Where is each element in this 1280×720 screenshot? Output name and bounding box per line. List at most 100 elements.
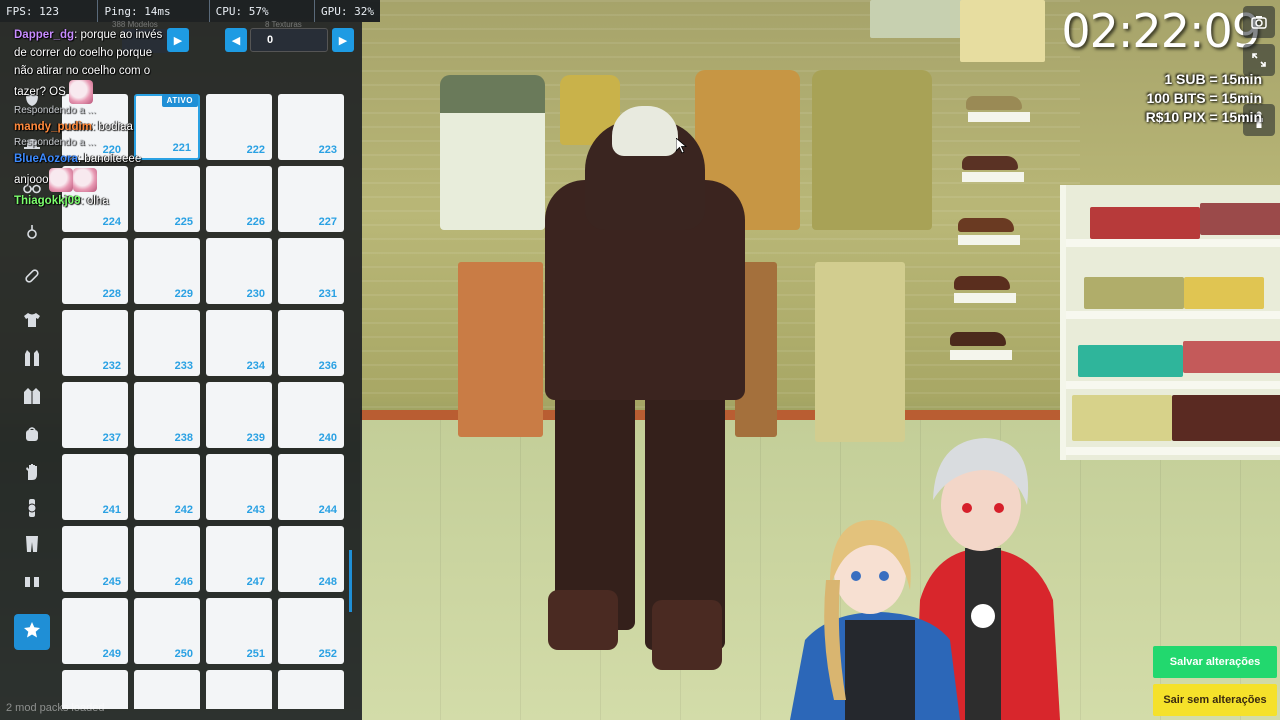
- category-watch-button[interactable]: [14, 492, 50, 528]
- chat-message: Thiagokkj09: olha: [14, 192, 164, 210]
- shoe-shelf: [950, 350, 1012, 360]
- clothing-item-tile[interactable]: [134, 670, 200, 709]
- category-jacket-button[interactable]: [14, 380, 50, 416]
- item-number: 230: [246, 288, 265, 300]
- clothing-item-tile[interactable]: [278, 670, 344, 709]
- shoe: [958, 218, 1014, 232]
- clothing-item-tile[interactable]: 246: [134, 526, 200, 592]
- texture-next-button[interactable]: ▶: [332, 28, 354, 52]
- shoe-shelf: [968, 112, 1030, 122]
- chat-message: Dapper_dg: porque ao invés de correr do …: [14, 26, 164, 104]
- glove-icon: [24, 463, 40, 486]
- clothing-item-tile[interactable]: 229: [134, 238, 200, 304]
- clothing-item-tile[interactable]: 251: [206, 598, 272, 664]
- clothing-item-tile[interactable]: 236: [278, 310, 344, 376]
- category-vest-button[interactable]: [14, 342, 50, 378]
- model-next-button[interactable]: ▶: [167, 28, 189, 52]
- clothing-item-tile[interactable]: 250: [134, 598, 200, 664]
- item-number: 248: [318, 576, 337, 588]
- item-number: 232: [102, 360, 121, 372]
- camera-icon[interactable]: [1243, 6, 1275, 38]
- item-number: 233: [174, 360, 193, 372]
- clothing-item-tile[interactable]: 231: [278, 238, 344, 304]
- player-character: [530, 80, 760, 670]
- item-number: 236: [318, 360, 337, 372]
- category-earring-button[interactable]: [14, 216, 50, 252]
- clothing-item-tile[interactable]: 248: [278, 526, 344, 592]
- category-glove-button[interactable]: [14, 456, 50, 492]
- item-number: 238: [174, 432, 193, 444]
- item-number: 222: [246, 144, 265, 156]
- texture-prev-button[interactable]: ◀: [225, 28, 247, 52]
- stream-chat: Dapper_dg: porque ao invés de correr do …: [14, 26, 164, 210]
- clothing-item-tile[interactable]: 249: [62, 598, 128, 664]
- exit-without-saving-button[interactable]: Sair sem alterações: [1153, 684, 1277, 716]
- item-number: 245: [102, 576, 121, 588]
- pants-icon: [25, 535, 39, 558]
- clothing-item-tile[interactable]: 239: [206, 382, 272, 448]
- jacket-icon: [23, 387, 41, 410]
- active-badge: ATIVO: [161, 94, 198, 107]
- item-number: 239: [246, 432, 265, 444]
- clothing-shelf: [1060, 185, 1280, 460]
- star-icon: [23, 621, 41, 644]
- clothing-item-tile[interactable]: 240: [278, 382, 344, 448]
- mouse-cursor: [676, 138, 688, 154]
- shelf-board: [1066, 311, 1280, 319]
- clothing-item-tile[interactable]: 228: [62, 238, 128, 304]
- grid-scrollbar[interactable]: [349, 550, 352, 612]
- clothing-item-tile[interactable]: 242: [134, 454, 200, 520]
- item-number: 241: [102, 504, 121, 516]
- clothing-item-tile[interactable]: 227: [278, 166, 344, 232]
- category-backpack-button[interactable]: [14, 418, 50, 454]
- chevron-left-icon: ◀: [231, 34, 241, 47]
- folded-clothes: [1200, 203, 1280, 235]
- category-pants-button[interactable]: [14, 528, 50, 564]
- clothing-item-tile[interactable]: 232: [62, 310, 128, 376]
- vest-icon: [24, 349, 40, 372]
- clothing-item-tile[interactable]: [206, 670, 272, 709]
- clothing-item-tile[interactable]: 245: [62, 526, 128, 592]
- chat-reply-indicator: Respondendo a ...: [14, 105, 96, 116]
- item-number: 242: [174, 504, 193, 516]
- folded-clothes: [1184, 277, 1264, 309]
- chat-message: BlueAozora: banoiteeee anjooo: [14, 150, 164, 192]
- clothing-item-tile[interactable]: 233: [134, 310, 200, 376]
- clothing-item-tile[interactable]: 244: [278, 454, 344, 520]
- item-number: 221: [172, 142, 191, 154]
- texture-number-input[interactable]: 0: [250, 28, 328, 52]
- clothing-item-tile[interactable]: 238: [134, 382, 200, 448]
- clothing-item-tile[interactable]: 226: [206, 166, 272, 232]
- clothing-item-tile[interactable]: 223: [278, 94, 344, 160]
- save-changes-button[interactable]: Salvar alterações: [1153, 646, 1277, 678]
- chat-emote-icon: [48, 168, 73, 192]
- cpu-usage: CPU: 57%: [210, 0, 315, 22]
- sub-goal-line: 1 SUB = 15min: [1164, 71, 1262, 87]
- watch-icon: [26, 498, 38, 522]
- category-tshirt-button[interactable]: [14, 304, 50, 340]
- clothing-item-tile[interactable]: 230: [206, 238, 272, 304]
- clothing-item-tile[interactable]: 234: [206, 310, 272, 376]
- stream-clock: 02:22:09: [1061, 4, 1261, 58]
- shelf-board: [1066, 381, 1280, 389]
- clothing-item-tile[interactable]: 247: [206, 526, 272, 592]
- chevron-right-icon: ▶: [338, 34, 348, 47]
- category-bandage-button[interactable]: [14, 260, 50, 296]
- clothing-item-tile[interactable]: 252: [278, 598, 344, 664]
- mod-packs-status: 2 mod packs loaded: [6, 702, 105, 714]
- sub-goals: 1 SUB = 15min 100 BITS = 15min R$10 PIX …: [1100, 70, 1262, 127]
- clothing-item-tile[interactable]: 241: [62, 454, 128, 520]
- folded-clothes: [1183, 341, 1280, 373]
- folded-clothes: [870, 0, 965, 38]
- category-star-button[interactable]: [14, 614, 50, 650]
- item-number: 252: [318, 648, 337, 660]
- item-number: 249: [102, 648, 121, 660]
- folded-clothes: [1084, 277, 1184, 309]
- clothing-item-tile[interactable]: 222: [206, 94, 272, 160]
- shoes-icon: [23, 575, 41, 594]
- sub-goal-line: R$10 PIX = 15min: [1145, 109, 1262, 125]
- clothing-item-tile[interactable]: 243: [206, 454, 272, 520]
- shoe-shelf: [954, 293, 1016, 303]
- category-shoes-button[interactable]: [14, 566, 50, 602]
- clothing-item-tile[interactable]: 237: [62, 382, 128, 448]
